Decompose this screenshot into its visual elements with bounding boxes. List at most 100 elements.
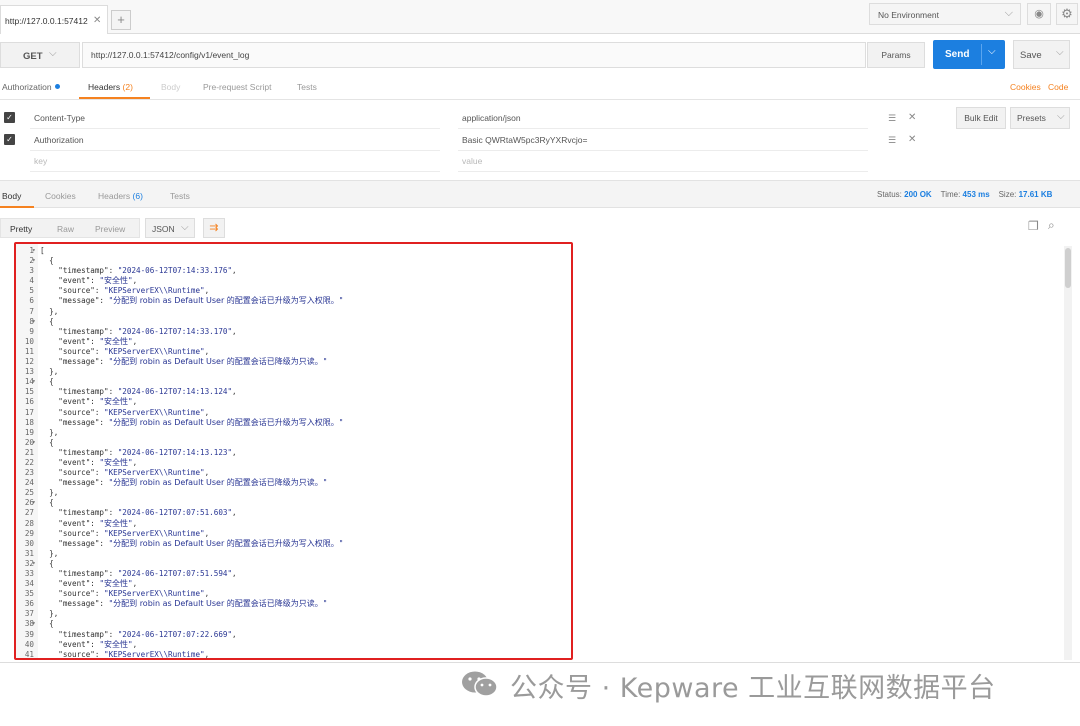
response-status: Status: 200 OK Time: 453 ms Size: 17.61 … [877, 190, 1053, 199]
response-tab-tests[interactable]: Tests [170, 191, 190, 201]
raw-button[interactable]: Raw [57, 224, 74, 234]
pretty-button[interactable]: Pretty [10, 224, 32, 234]
tab-headers[interactable]: Headers (2) [88, 82, 133, 92]
fold-toggle-icon[interactable]: ▾ [32, 256, 36, 266]
line-number: 4 [29, 276, 34, 286]
header-value[interactable]: Basic QWRtaW5pc3RyYXRvcjo= [462, 135, 587, 145]
scrollbar[interactable] [1064, 246, 1072, 660]
active-tab-indicator [79, 97, 150, 99]
line-number: 24 [24, 478, 34, 488]
line-number: 3 [29, 266, 34, 276]
bulk-edit-button[interactable]: Bulk Edit [956, 107, 1006, 129]
line-number: 11 [24, 346, 34, 356]
header-row: ✓ Authorization Basic QWRtaW5pc3RyYXRvcj… [0, 129, 870, 151]
tab-authorization[interactable]: Authorization [2, 82, 60, 92]
code-line: 22 "event": "安全性", [16, 458, 571, 468]
fold-toggle-icon[interactable]: ▾ [32, 498, 36, 508]
environment-select[interactable]: No Environment ⌵ [869, 3, 1021, 25]
header-value-input[interactable]: value [462, 156, 482, 166]
drag-handle-icon[interactable]: ☰ [888, 113, 896, 124]
header-key-input[interactable]: key [34, 156, 47, 166]
scrollbar-thumb[interactable] [1065, 248, 1071, 288]
code-text: "message": "分配到 robin as Default User 的配… [40, 296, 344, 306]
tab-body[interactable]: Body [161, 82, 180, 92]
line-number: 37 [24, 609, 34, 619]
response-tab-cookies[interactable]: Cookies [45, 191, 76, 201]
code-text: }, [40, 609, 59, 619]
drag-handle-icon[interactable]: ☰ [888, 135, 896, 146]
header-key[interactable]: Content-Type [34, 113, 85, 123]
tab-prerequest-script[interactable]: Pre-request Script [203, 82, 272, 92]
code-line: 5 "source": "KEPServerEX\\Runtime", [16, 286, 571, 296]
response-format-toolbar: Pretty Raw Preview JSON ⌵ ⇉ ❐ ⌕ [0, 208, 1080, 246]
delete-header-icon[interactable]: ✕ [908, 134, 916, 145]
save-button[interactable]: Save ⌵ [1013, 40, 1070, 69]
method-select[interactable]: GET ⌵ [0, 42, 80, 68]
line-number: 28 [24, 518, 34, 528]
search-icon[interactable]: ⌕ [1048, 218, 1055, 233]
fold-toggle-icon[interactable]: ▾ [32, 619, 36, 629]
wrap-lines-icon[interactable]: ⇉ [203, 218, 225, 238]
new-tab-button[interactable]: + [111, 10, 131, 30]
fold-toggle-icon[interactable]: ▾ [32, 559, 36, 569]
url-input[interactable] [82, 42, 866, 68]
delete-header-icon[interactable]: ✕ [908, 112, 916, 123]
code-line: 18 "message": "分配到 robin as Default User… [16, 418, 571, 428]
close-tab-icon[interactable]: ✕ [93, 15, 101, 26]
code-text: }, [40, 306, 59, 316]
method-label: GET [23, 51, 43, 62]
code-text: "timestamp": "2024-06-12T07:14:33.170", [40, 326, 237, 336]
code-text: "message": "分配到 robin as Default User 的配… [40, 538, 344, 548]
line-number: 13 [24, 367, 34, 377]
line-number: 17 [24, 407, 34, 417]
presets-button[interactable]: Presets ⌵ [1010, 107, 1070, 129]
params-button[interactable]: Params [867, 42, 925, 68]
response-tab-headers[interactable]: Headers (6) [98, 191, 143, 201]
code-line: 19 }, [16, 428, 571, 438]
code-line: 35 "source": "KEPServerEX\\Runtime", [16, 589, 571, 599]
code-line: 37 }, [16, 609, 571, 619]
response-body-editor[interactable]: 1 ▾[2 ▾ {3 "timestamp": "2024-06-12T07:14:… [14, 242, 573, 660]
code-line: 31 }, [16, 549, 571, 559]
header-key[interactable]: Authorization [34, 135, 84, 145]
line-number: 16 [24, 397, 34, 407]
fold-toggle-icon[interactable]: ▾ [32, 246, 36, 256]
code-text: { [40, 498, 54, 508]
send-button[interactable]: Send ⌵ [933, 40, 1005, 69]
response-time: 453 ms [962, 190, 990, 199]
line-number: 15 [24, 387, 34, 397]
response-size: 17.61 KB [1018, 190, 1053, 199]
gear-icon[interactable]: ⚙ [1056, 3, 1078, 25]
header-enabled-checkbox[interactable]: ✓ [4, 112, 15, 123]
line-number: 12 [24, 357, 34, 367]
line-number: 33 [24, 569, 34, 578]
fold-toggle-icon[interactable]: ▾ [32, 438, 36, 448]
code-line: 28 "event": "安全性", [16, 519, 571, 529]
send-dropdown-icon[interactable]: ⌵ [988, 46, 996, 57]
fold-toggle-icon[interactable]: ▾ [32, 377, 36, 387]
format-select[interactable]: JSON ⌵ [145, 218, 195, 238]
code-link[interactable]: Code [1048, 82, 1068, 92]
fold-toggle-icon[interactable]: ▾ [32, 317, 36, 327]
code-text: "event": "安全性", [40, 579, 138, 589]
header-enabled-checkbox[interactable]: ✓ [4, 134, 15, 145]
code-text: "source": "KEPServerEX\\Runtime", [40, 407, 210, 417]
response-tab-body[interactable]: Body [2, 191, 21, 201]
code-line: 38 ▾ { [16, 619, 571, 629]
header-value[interactable]: application/json [462, 113, 521, 123]
wechat-icon [462, 671, 498, 697]
code-line: 13 }, [16, 367, 571, 377]
preview-button[interactable]: Preview [95, 224, 125, 234]
tab-tests[interactable]: Tests [297, 82, 317, 92]
copy-icon[interactable]: ❐ [1028, 219, 1039, 233]
code-line: 7 }, [16, 307, 571, 317]
code-text: "event": "安全性", [40, 518, 138, 528]
cookies-link[interactable]: Cookies [1010, 82, 1041, 92]
status-code: 200 OK [904, 190, 932, 199]
code-text: "timestamp": "2024-06-12T07:14:13.124", [40, 387, 237, 397]
eye-icon[interactable]: ◉ [1027, 3, 1051, 25]
code-text: "message": "分配到 robin as Default User 的配… [40, 599, 328, 609]
code-line: 10 "event": "安全性", [16, 337, 571, 347]
request-tab[interactable]: http://127.0.0.1:57412 ✕ [0, 5, 108, 34]
line-number: 27 [24, 508, 34, 518]
